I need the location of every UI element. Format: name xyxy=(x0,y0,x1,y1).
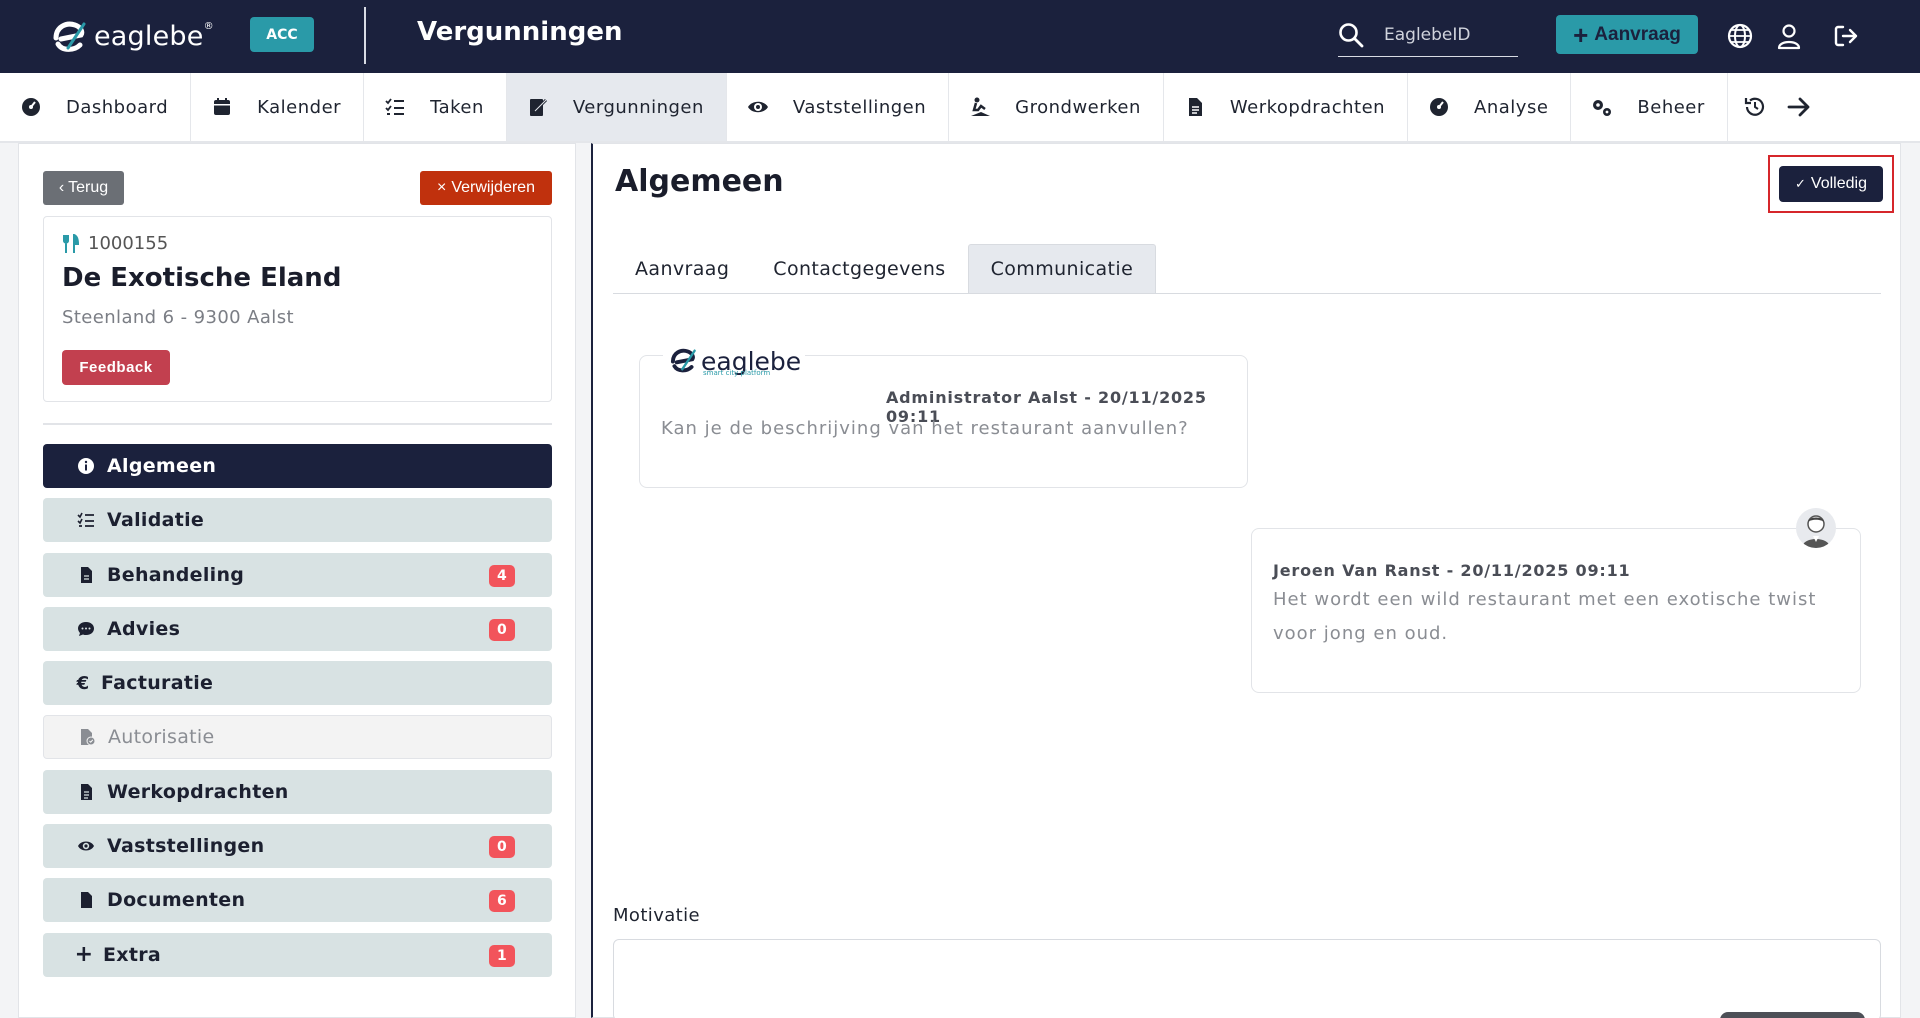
search-bar xyxy=(1338,14,1518,57)
documenten-count-badge: 6 xyxy=(489,890,515,913)
menu-item-advies[interactable]: Advies 0 xyxy=(43,606,552,651)
document-icon xyxy=(1188,98,1202,116)
close-icon: × xyxy=(437,179,447,196)
menu-item-validatie[interactable]: Validatie xyxy=(43,498,552,543)
eye-icon xyxy=(78,841,94,851)
back-button[interactable]: ‹ Terug xyxy=(43,171,124,205)
main-navigation: Dashboard Kalender Taken Vergunningen Va… xyxy=(0,73,1920,143)
avatar xyxy=(1796,508,1836,548)
euro-icon: € xyxy=(76,672,90,694)
dossier-address: Steenland 6 - 9300 Aalst xyxy=(62,307,294,328)
check-icon: ✓ xyxy=(1795,176,1806,191)
nav-beheer[interactable]: Beheer xyxy=(1571,73,1728,141)
dossier-menu: Algemeen Validatie Behandeling 4 Advies … xyxy=(43,444,552,987)
user-icon[interactable] xyxy=(1775,22,1803,50)
dossier-name: De Exotische Eland xyxy=(62,263,342,293)
menu-item-extra[interactable]: + Extra 1 xyxy=(43,932,552,977)
calendar-icon xyxy=(214,98,231,115)
tab-contactgegevens[interactable]: Contactgegevens xyxy=(751,244,967,293)
eaglebe-logo[interactable]: eaglebe® xyxy=(50,18,214,54)
environment-badge: ACC xyxy=(250,17,314,52)
nav-analyse[interactable]: Analyse xyxy=(1408,73,1572,141)
module-title: Vergunningen xyxy=(417,17,623,47)
topbar-divider xyxy=(364,7,366,64)
nav-dashboard[interactable]: Dashboard xyxy=(0,73,192,141)
tab-communicatie[interactable]: Communicatie xyxy=(967,244,1157,293)
nav-vaststellingen[interactable]: Vaststellingen xyxy=(727,73,950,141)
file-icon xyxy=(81,892,92,909)
main-content: Algemeen ✓ Volledig Aanvraag Contactgege… xyxy=(591,143,1901,1018)
content-tabs: Aanvraag Contactgegevens Communicatie xyxy=(613,244,1881,294)
new-request-label: Aanvraag xyxy=(1594,23,1681,45)
file-icon xyxy=(81,566,92,583)
message-card: Jeroen Van Ranst - 20/11/2025 09:11 Het … xyxy=(1251,528,1861,693)
search-icon[interactable] xyxy=(1338,22,1364,48)
tasks-icon xyxy=(385,98,405,115)
new-request-button[interactable]: + Aanvraag xyxy=(1556,15,1698,54)
extra-count-badge: 1 xyxy=(489,944,515,967)
menu-item-vaststellingen[interactable]: Vaststellingen 0 xyxy=(43,824,552,869)
top-bar: eaglebe® ACC Vergunningen + Aanvraag xyxy=(0,0,1920,73)
checklist-icon xyxy=(77,512,94,528)
digging-icon xyxy=(971,97,991,116)
gauge-icon xyxy=(1430,98,1449,116)
eye-icon xyxy=(747,101,768,113)
gauge-icon xyxy=(22,98,40,116)
message-body: Kan je de beschrijving van het restauran… xyxy=(661,418,1189,439)
dossier-id: 1000155 xyxy=(62,233,168,254)
delete-button[interactable]: × Verwijderen xyxy=(420,171,552,205)
nav-taken[interactable]: Taken xyxy=(364,73,507,141)
advies-count-badge: 0 xyxy=(489,618,515,641)
arrow-right-icon[interactable] xyxy=(1786,94,1812,120)
menu-item-facturatie[interactable]: € Facturatie xyxy=(43,661,552,706)
info-icon xyxy=(78,458,94,474)
nav-end-controls xyxy=(1728,73,1812,141)
permit-icon xyxy=(529,98,547,116)
motivatie-input[interactable] xyxy=(613,939,1881,1018)
tab-aanvraag[interactable]: Aanvraag xyxy=(613,244,751,293)
nav-werkopdrachten[interactable]: Werkopdrachten xyxy=(1164,73,1409,141)
chevron-left-icon: ‹ xyxy=(58,179,65,196)
logo-mark-icon xyxy=(670,348,696,373)
logo-mark-icon xyxy=(53,21,86,52)
sender-logo: eaglebe smart city platform xyxy=(663,338,806,377)
submit-button[interactable] xyxy=(1720,1012,1865,1018)
complete-button[interactable]: ✓ Volledig xyxy=(1779,166,1883,202)
message-author: Jeroen Van Ranst - 20/11/2025 09:11 xyxy=(1273,561,1631,580)
vaststellingen-count-badge: 0 xyxy=(489,836,515,859)
feedback-button[interactable]: Feedback xyxy=(62,350,170,385)
cogs-icon xyxy=(1593,100,1612,116)
message-body: Het wordt een wild restaurant met een ex… xyxy=(1273,589,1817,644)
globe-icon[interactable] xyxy=(1726,22,1754,50)
menu-item-behandeling[interactable]: Behandeling 4 xyxy=(43,552,552,597)
motivatie-label: Motivatie xyxy=(613,905,701,926)
nav-grondwerken[interactable]: Grondwerken xyxy=(949,73,1164,141)
file-lock-icon xyxy=(81,729,96,746)
person-icon xyxy=(1802,515,1830,548)
nav-vergunningen[interactable]: Vergunningen xyxy=(506,73,727,141)
document-icon xyxy=(81,783,92,800)
menu-item-documenten[interactable]: Documenten 6 xyxy=(43,878,552,923)
plus-icon: + xyxy=(1573,19,1589,50)
dossier-sidebar: ‹ Terug × Verwijderen 1000155 De Exotisc… xyxy=(18,143,576,1018)
search-input[interactable] xyxy=(1384,25,1514,45)
menu-item-algemeen[interactable]: Algemeen xyxy=(43,444,552,488)
utensils-icon xyxy=(63,233,80,253)
comment-icon xyxy=(78,621,94,636)
logout-icon[interactable] xyxy=(1832,22,1860,50)
dossier-info-card: 1000155 De Exotische Eland Steenland 6 -… xyxy=(43,216,552,402)
sender-logo-tagline: smart city platform xyxy=(703,369,771,377)
sidebar-divider xyxy=(43,423,552,425)
plus-icon: + xyxy=(74,942,94,968)
menu-item-werkopdrachten[interactable]: Werkopdrachten xyxy=(43,769,552,814)
menu-item-autorisatie: Autorisatie xyxy=(43,715,552,760)
logo-text: eaglebe® xyxy=(94,20,214,52)
nav-kalender[interactable]: Kalender xyxy=(191,73,365,141)
history-icon[interactable] xyxy=(1742,94,1768,120)
section-title: Algemeen xyxy=(615,164,784,199)
behandeling-count-badge: 4 xyxy=(489,564,515,587)
